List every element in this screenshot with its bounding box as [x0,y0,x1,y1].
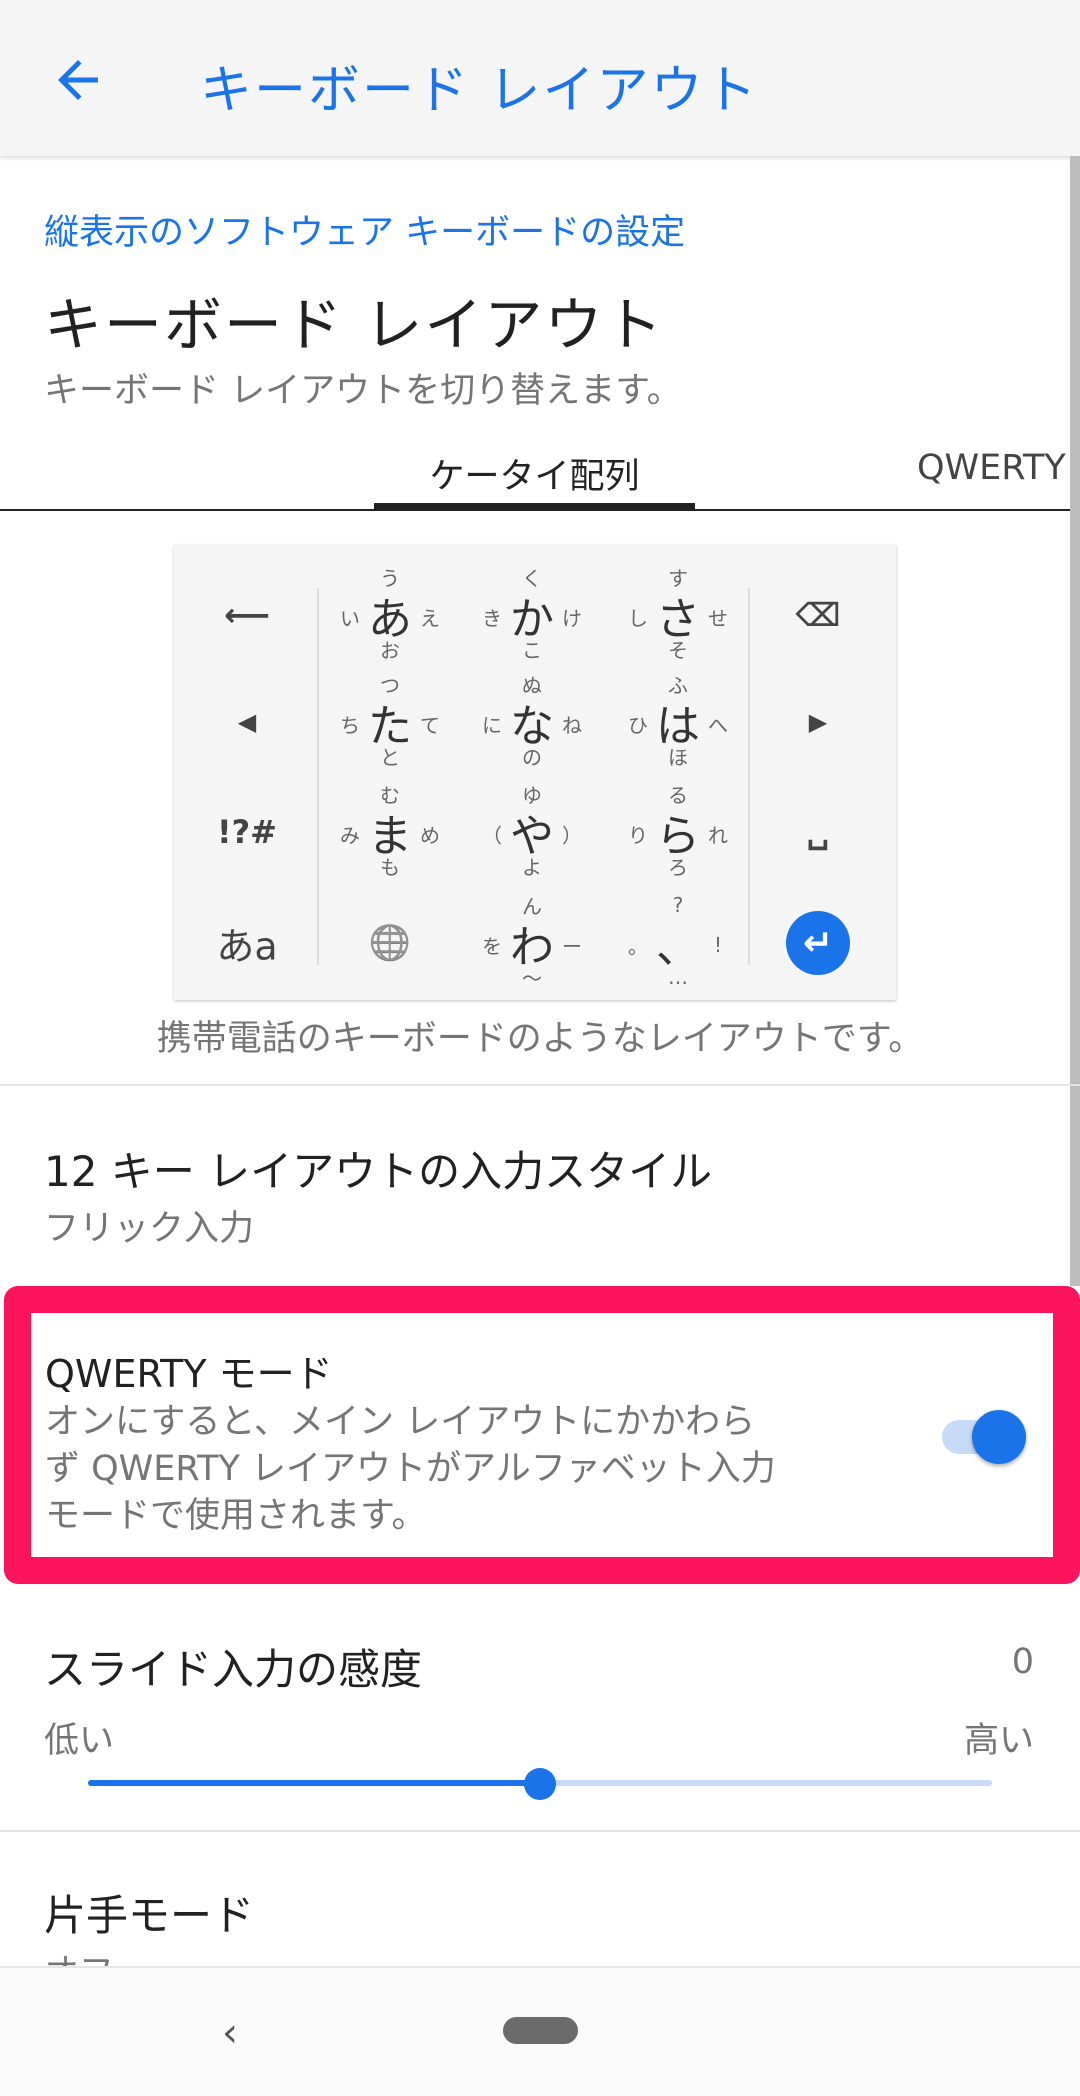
separator [317,588,319,965]
key-flick-char: … [668,965,688,989]
toggle-thumb[interactable] [972,1410,1026,1464]
key-flick-char: つ [380,673,400,698]
app-bar: キーボード レイアウト [0,0,1080,156]
key-flick-char: て [420,713,440,738]
max-label: 高い [963,1721,1034,1761]
key-flick-char: 。 [628,934,648,959]
qwerty-mode-setting[interactable]: QWERTY モード オンにすると、メイン レイアウトにかかわら ず QWERT… [31,1313,1053,1557]
key-flick-char: く [522,566,542,591]
tab-divider [0,509,1070,511]
divider [0,1830,1080,1832]
key-flick-char: を [482,934,502,959]
key-flick-char: へ [708,713,728,738]
key-flick-char: ひ [628,713,648,738]
key-flick-char: き [482,606,502,631]
cursor-left-icon: ◀ [237,708,257,736]
input-style-title: 12 キー レイアウトの入力スタイル [44,1147,713,1196]
breadcrumb: 縦表示のソフトウェア キーボードの設定 [44,213,686,253]
backspace-arrow-icon: ⟵ [224,596,270,634]
key-flick-char: ね [562,713,582,738]
min-label: 低い [44,1721,115,1761]
slide-sensitivity-title: スライド入力の感度 [44,1645,423,1694]
key-flick-char: む [380,783,400,808]
separator [748,588,750,965]
input-style-setting[interactable]: 12 キー レイアウトの入力スタイル フリック入力 [0,1110,1080,1270]
input-style-value: フリック入力 [44,1209,255,1249]
arrow-left-icon[interactable] [48,50,108,110]
key-flick-char: る [668,783,688,808]
key-flick-char: せ [708,606,728,631]
key-flick-char: み [340,823,360,848]
key-flick-char: よ [522,855,542,880]
qwerty-mode-description: オンにすると、メイン レイアウトにかかわら ず QWERTY レイアウトがアルフ… [45,1399,776,1540]
section-subtitle: キーボード レイアウトを切り替えます。 [44,371,682,411]
key-flick-char: 〜 [522,966,542,991]
desc-line: オンにすると、メイン レイアウトにかかわら [45,1402,756,1442]
key-flick-char: し [628,606,648,631]
key-flick-char: ） [562,823,582,848]
key-flick-char: ー [562,934,582,959]
space-icon: ␣ [806,813,830,851]
key-flick-char: ろ [668,855,688,880]
key-flick-char: に [482,713,502,738]
desc-line: モードで使用されます。 [45,1496,427,1536]
symbol-key: !?# [217,813,277,851]
key-flick-char: と [380,745,400,770]
one-hand-title[interactable]: 片手モード [44,1882,254,1943]
page-title: キーボード レイアウト [200,61,759,121]
key-flick-char: い [340,606,360,631]
key-flick-char: ち [340,713,360,738]
key-flick-char: り [628,823,648,848]
desc-line: ず QWERTY レイアウトがアルファベット入力 [45,1449,776,1489]
slider-thumb[interactable] [524,1768,556,1800]
enter-icon: ↵ [786,911,850,975]
key-flick-char: け [562,606,582,631]
key-flick-char: そ [668,638,688,663]
slider-fill [88,1780,540,1786]
keyboard-preview: あうおいえかくこきけさすそしせたつとちてなぬのにねはふほひへまむもみめやゆよ（）… [174,545,896,1000]
key-flick-char: （ [482,823,502,848]
key-flick-char: こ [522,638,542,663]
key-flick-char: ん [522,894,542,919]
tab-keitai[interactable]: ケータイ配列 [374,448,695,499]
cursor-right-icon: ▶ [808,708,828,736]
section-title: キーボード レイアウト [44,291,665,359]
key-flick-char: ! [713,933,723,957]
divider [0,1084,1080,1086]
key-flick-char: の [522,745,542,770]
key-flick-char: も [380,855,400,880]
slide-sensitivity-value: 0 [1011,1642,1034,1682]
nav-back-icon[interactable]: ‹ [222,2010,238,2056]
key-flick-char: お [380,638,400,663]
tab-qwerty[interactable]: QWERTY [917,448,1066,488]
key-flick-char: ぬ [522,673,542,698]
key-flick-char: う [380,566,400,591]
layout-caption: 携帯電話のキーボードのようなレイアウトです。 [156,1019,924,1059]
key-flick-char: ほ [668,745,688,770]
key-main-char: 🌐 [368,923,412,963]
key-flick-char: ふ [668,673,688,698]
key-flick-char: め [420,823,440,848]
key-flick-char: ゆ [522,783,542,808]
key-flick-char: れ [708,823,728,848]
qwerty-mode-title: QWERTY モード [45,1352,333,1396]
key-flick-char: ? [672,893,684,917]
delete-icon: ⌫ [795,596,841,634]
key-flick-char: す [668,566,688,591]
home-pill[interactable] [503,2017,578,2044]
kana-alpha-toggle-key: あa [216,924,278,969]
key-flick-char: え [420,606,440,631]
navigation-bar: ‹ [0,1966,1080,2096]
